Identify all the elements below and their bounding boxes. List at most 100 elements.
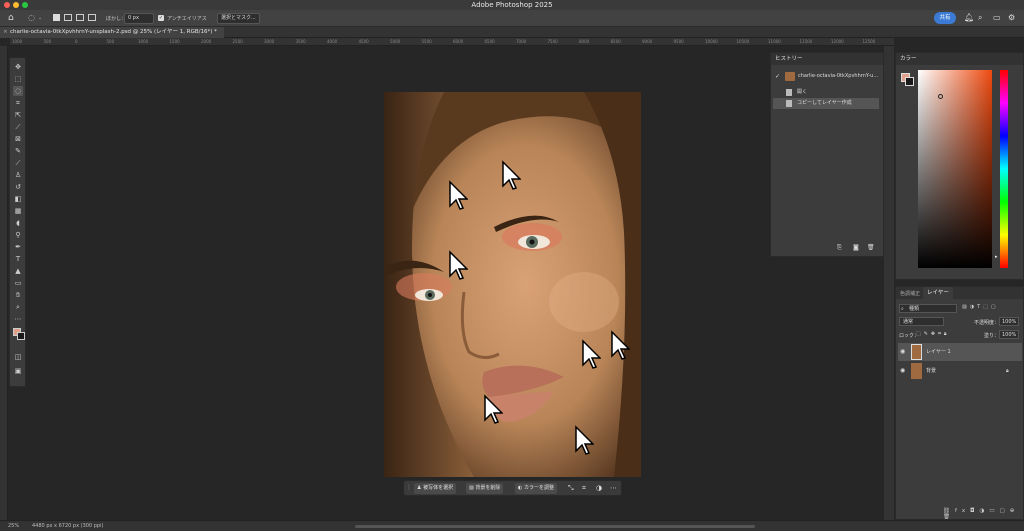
- pen-tool-icon[interactable]: ✒: [13, 242, 23, 252]
- settings-icon[interactable]: ⚙︎: [1008, 13, 1015, 22]
- add-selection-icon[interactable]: [64, 14, 72, 21]
- lock-icons[interactable]: ⬚✎✥⌗🔒︎: [916, 331, 950, 337]
- color-panel: カラー ▸: [895, 52, 1024, 280]
- chevron-down-icon[interactable]: ⌄: [38, 15, 42, 21]
- type-tool-icon[interactable]: T: [13, 254, 23, 264]
- crop-tool-icon[interactable]: ⌗: [13, 98, 23, 108]
- camera-icon[interactable]: ◙: [853, 244, 859, 251]
- tab-adjustments[interactable]: 色調補正: [900, 290, 920, 297]
- document-info[interactable]: 4480 px x 6720 px (300 ppi): [32, 521, 103, 531]
- color-picker-handle[interactable]: [938, 94, 943, 99]
- transform-icon[interactable]: ⤡: [568, 484, 574, 493]
- hue-slider-handle[interactable]: ▸: [995, 254, 998, 260]
- contextual-task-bar: ⋮ ♟ 被写体を選択 ▨ 背景を削除 ◐ カラーを調整 ⤡ ⌗ ◑ ⋯: [403, 480, 622, 496]
- eyedropper-tool-icon[interactable]: ⟋: [13, 122, 23, 132]
- panel-icon-column: [884, 46, 894, 520]
- layer-filter-icons[interactable]: ▨◑T⬚▢: [962, 304, 999, 310]
- checkmark-icon: ✓: [775, 73, 781, 80]
- zoom-tool-icon[interactable]: ⌕: [13, 302, 23, 312]
- layer-filter-select[interactable]: ⌕ 種類: [899, 304, 957, 313]
- frame-tool-icon[interactable]: ⊠: [13, 134, 23, 144]
- history-item[interactable]: コピーしてレイヤー作成: [773, 98, 879, 109]
- zoom-window-button[interactable]: [22, 2, 28, 8]
- history-brush-icon[interactable]: ↺: [13, 182, 23, 192]
- close-tab-icon[interactable]: ×: [3, 27, 8, 38]
- ruler-tick-label: 11000: [768, 39, 781, 44]
- minimize-window-button[interactable]: [13, 2, 19, 8]
- adjust-color-button[interactable]: ◐ カラーを調整: [515, 483, 557, 494]
- path-select-tool-icon[interactable]: ▲: [13, 266, 23, 276]
- share-button[interactable]: 共有: [934, 12, 956, 24]
- clone-stamp-icon[interactable]: ♙: [13, 170, 23, 180]
- bell-icon[interactable]: 🔔︎: [964, 13, 974, 22]
- subtract-selection-icon[interactable]: [76, 14, 84, 21]
- layer-row[interactable]: ◉ レイヤー 1: [898, 343, 1022, 361]
- marquee-tool-icon[interactable]: ⬚: [13, 74, 23, 84]
- search-icon[interactable]: ⌕: [978, 13, 982, 23]
- layer-row[interactable]: ◉ 背景 🔒︎: [898, 362, 1022, 380]
- eraser-tool-icon[interactable]: ◧: [13, 194, 23, 204]
- dodge-tool-icon[interactable]: ⚲: [13, 230, 23, 240]
- intersect-selection-icon[interactable]: [88, 14, 96, 21]
- shape-tool-icon[interactable]: ▭: [13, 278, 23, 288]
- more-options-icon[interactable]: ⋯: [610, 484, 617, 492]
- horizontal-scrollbar[interactable]: [355, 525, 755, 528]
- move-tool-icon[interactable]: ✥: [13, 62, 23, 72]
- ruler-tick-label: 2000: [201, 39, 212, 44]
- home-icon[interactable]: ⌂: [8, 13, 14, 23]
- new-selection-icon[interactable]: [53, 14, 60, 21]
- remove-background-button[interactable]: ▨ 背景を削除: [466, 483, 504, 494]
- close-window-button[interactable]: [4, 2, 10, 8]
- zoom-level[interactable]: 25%: [8, 521, 19, 531]
- trash-icon[interactable]: 🗑︎: [867, 244, 875, 251]
- document-tab[interactable]: × charlie-octavia-0tkXpvhhrnY-unsplash-2…: [0, 27, 224, 38]
- history-item[interactable]: 開く: [773, 87, 879, 98]
- ruler-tick-label: 7000: [516, 39, 527, 44]
- new-document-from-state-icon[interactable]: ⎘: [837, 244, 842, 252]
- opacity-input[interactable]: 100%: [999, 317, 1019, 326]
- color-bg-swatch[interactable]: [905, 77, 914, 86]
- object-select-tool-icon[interactable]: ⇱: [13, 110, 23, 120]
- ruler-tick-label: 10000: [705, 39, 718, 44]
- vertical-ruler[interactable]: [0, 46, 8, 520]
- saturation-brightness-field[interactable]: [918, 70, 992, 268]
- drag-handle-icon[interactable]: ⋮: [406, 484, 412, 491]
- brush-tool-icon[interactable]: ⟋: [13, 158, 23, 168]
- invert-icon[interactable]: ◑: [596, 484, 602, 492]
- fill-input[interactable]: 100%: [999, 330, 1019, 339]
- feather-input[interactable]: 0 px: [124, 13, 154, 24]
- healing-brush-icon[interactable]: ✎: [13, 146, 23, 156]
- lasso-tool-icon[interactable]: ◌: [13, 86, 23, 96]
- cursor-icon: [484, 394, 503, 424]
- crop-icon[interactable]: ⌗: [582, 484, 586, 493]
- history-snapshot[interactable]: ✓ charlie-octavia-0tkXpvhhrnY-u...: [773, 71, 879, 82]
- workspace-icon[interactable]: ▭: [993, 13, 1001, 22]
- lasso-tool-preset-icon[interactable]: ◌: [28, 13, 35, 22]
- background-color-swatch[interactable]: [17, 332, 25, 340]
- cursor-icon: [502, 160, 521, 190]
- select-and-mask-button[interactable]: 選択とマスク...: [217, 13, 260, 24]
- document-canvas[interactable]: [384, 92, 641, 477]
- blend-mode-select[interactable]: 通常: [899, 317, 944, 326]
- eye-icon[interactable]: ◉: [900, 343, 905, 361]
- layers-tab-strip: 色調補正 レイヤー: [896, 287, 1023, 299]
- cursor-icon: [449, 180, 468, 210]
- screen-mode-icon[interactable]: ▣: [13, 366, 23, 376]
- select-subject-button[interactable]: ♟ 被写体を選択: [414, 483, 457, 494]
- document-icon: [786, 100, 792, 107]
- hand-tool-icon[interactable]: ✋︎: [13, 290, 23, 300]
- blur-tool-icon[interactable]: ◖: [13, 218, 23, 228]
- options-bar: ⌂ ◌ ⌄ ぼかし： 0 px ✓ アンチエイリアス 選択とマスク... 共有 …: [0, 10, 1024, 27]
- layer-actions-bar[interactable]: ⛓fx◘◑▭▢⊕🗑︎: [943, 508, 1023, 520]
- horizontal-ruler[interactable]: 1000 500 0 500 1000 1500 2000 2500 3000 3500 4000 4…: [10, 38, 894, 46]
- gradient-tool-icon[interactable]: ▦: [13, 206, 23, 216]
- quick-mask-icon[interactable]: ◫: [13, 352, 23, 362]
- antialias-checkbox[interactable]: ✓: [158, 15, 164, 21]
- hue-slider[interactable]: [1000, 70, 1008, 268]
- tab-layers[interactable]: レイヤー: [923, 287, 953, 299]
- ruler-tick-label: 1000: [138, 39, 149, 44]
- ruler-tick-label: 5000: [390, 39, 401, 44]
- ruler-tick-label: 12500: [862, 39, 876, 44]
- eye-icon[interactable]: ◉: [900, 362, 905, 380]
- more-tools-icon[interactable]: ⋯: [13, 314, 23, 324]
